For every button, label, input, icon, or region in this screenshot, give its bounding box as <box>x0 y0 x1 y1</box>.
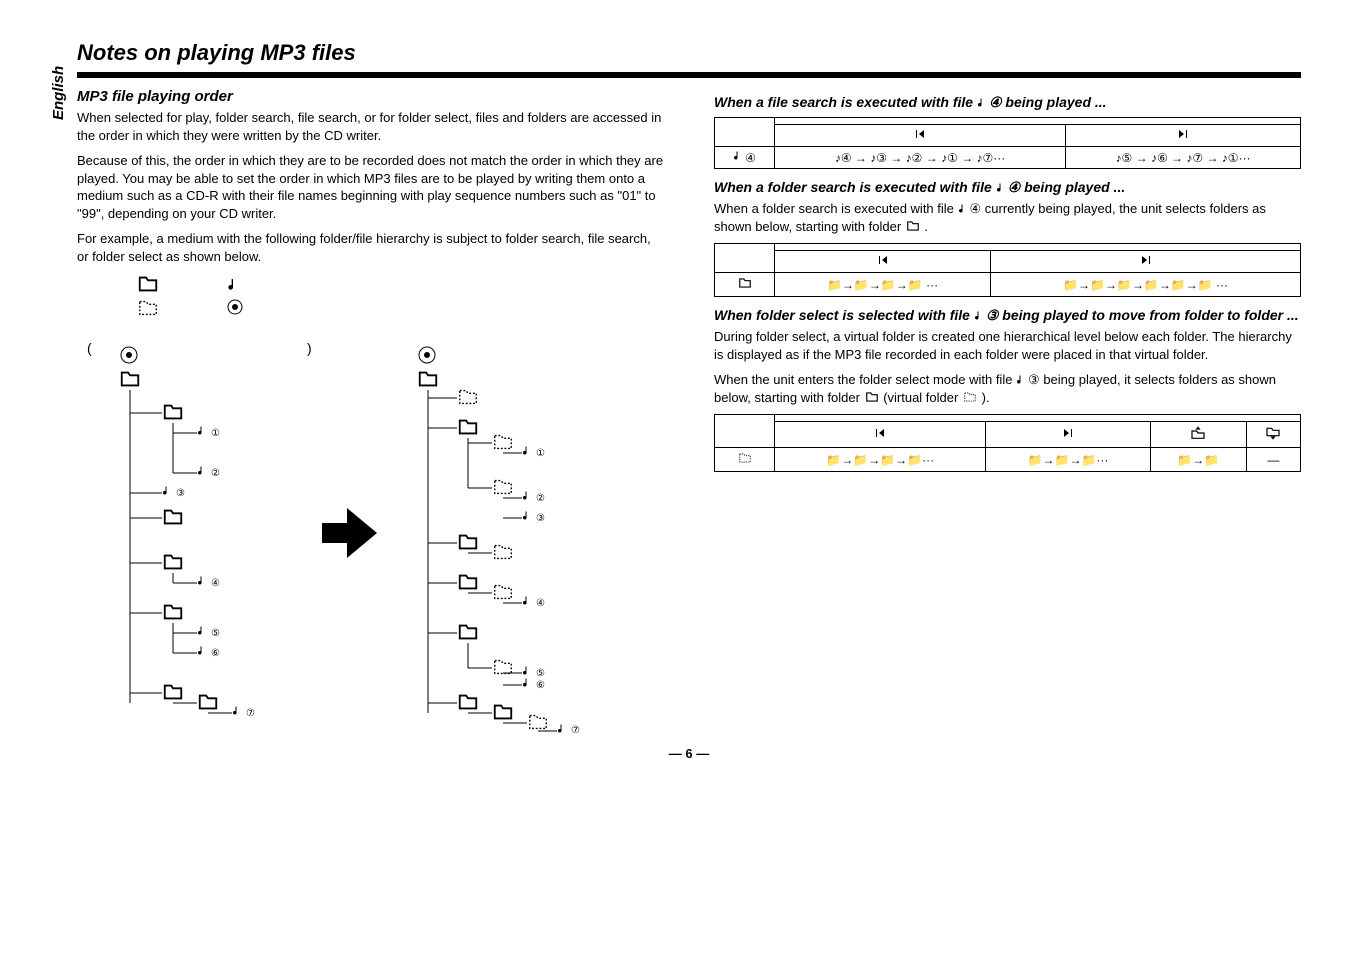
svg-text:①: ① <box>211 428 220 439</box>
file-search-table: ④ ♪④ → ♪③ → ♪② → ♪① → ♪⑦··· ♪⑤ → ♪⑥ → ♪⑦… <box>714 117 1301 169</box>
prev-icon <box>873 254 893 266</box>
mp3-order-heading: MP3 file playing order <box>77 88 664 105</box>
folder-select-body2: When the unit enters the folder select m… <box>714 371 1301 406</box>
table-cell: 📁→📁→📁··· <box>986 448 1150 472</box>
next-icon <box>1136 254 1156 266</box>
page-number: — 6 — <box>77 746 1301 761</box>
hierarchy-diagram: ( ) ① ② <box>77 273 664 736</box>
table-cell: 📁→📁→📁→📁→📁→📁 ··· <box>991 273 1301 297</box>
note-icon <box>996 182 1008 194</box>
folder-icon <box>905 219 921 233</box>
folder-icon <box>736 276 754 290</box>
table-cell: 📁→📁→📁→📁··· <box>775 448 986 472</box>
left-p2: Because of this, the order in which they… <box>77 152 664 222</box>
folder-select-table: 📁→📁→📁→📁··· 📁→📁→📁··· 📁→📁 — <box>714 414 1301 472</box>
table-cell: ♪④ → ♪③ → ♪② → ♪① → ♪⑦··· <box>775 147 1066 169</box>
folder-search-title: When a folder search is executed with fi… <box>714 179 1301 196</box>
note-icon <box>958 203 970 215</box>
file-search-title: When a file search is executed with file… <box>714 94 1301 111</box>
svg-text:②: ② <box>211 468 220 479</box>
language-tab: English <box>50 40 67 120</box>
heading-rule <box>77 72 1301 78</box>
svg-text:(: ( <box>87 340 92 356</box>
svg-text:③: ③ <box>536 513 545 524</box>
main-heading: Notes on playing MP3 files <box>77 40 1301 70</box>
next-icon <box>1173 128 1193 140</box>
folder-dashed-icon <box>962 390 978 404</box>
left-p1: When selected for play, folder search, f… <box>77 109 664 144</box>
next-icon <box>1058 427 1078 439</box>
svg-text:⑥: ⑥ <box>536 680 545 691</box>
table-cell: 📁→📁 <box>1150 448 1246 472</box>
folder-up-icon <box>1189 425 1207 441</box>
svg-text:②: ② <box>536 493 545 504</box>
prev-icon <box>910 128 930 140</box>
svg-text:⑥: ⑥ <box>211 648 220 659</box>
table-cell: 📁→📁→📁→📁 ··· <box>775 273 991 297</box>
svg-text:④: ④ <box>536 598 545 609</box>
note-icon <box>1016 374 1028 386</box>
folder-search-body: When a folder search is executed with fi… <box>714 200 1301 235</box>
folder-down-icon <box>1264 425 1282 441</box>
note-icon <box>733 150 745 162</box>
left-p3: For example, a medium with the following… <box>77 230 664 265</box>
folder-dashed-icon <box>736 451 754 465</box>
svg-text:⑦: ⑦ <box>246 708 255 719</box>
svg-text:⑤: ⑤ <box>536 668 545 679</box>
folder-icon <box>864 390 880 404</box>
svg-text:): ) <box>307 340 312 356</box>
folder-search-table: 📁→📁→📁→📁 ··· 📁→📁→📁→📁→📁→📁 ··· <box>714 243 1301 297</box>
note-icon <box>977 97 989 109</box>
table-cell: ♪⑤ → ♪⑥ → ♪⑦ → ♪①··· <box>1066 147 1301 169</box>
svg-text:⑦: ⑦ <box>571 725 580 733</box>
folder-select-title: When folder select is selected with file… <box>714 307 1301 324</box>
note-icon <box>974 310 986 322</box>
svg-text:③: ③ <box>176 488 185 499</box>
svg-text:①: ① <box>536 448 545 459</box>
folder-select-body1: During folder select, a virtual folder i… <box>714 328 1301 363</box>
svg-text:④: ④ <box>211 578 220 589</box>
svg-text:⑤: ⑤ <box>211 628 220 639</box>
prev-icon <box>870 427 890 439</box>
table-cell: — <box>1246 448 1300 472</box>
